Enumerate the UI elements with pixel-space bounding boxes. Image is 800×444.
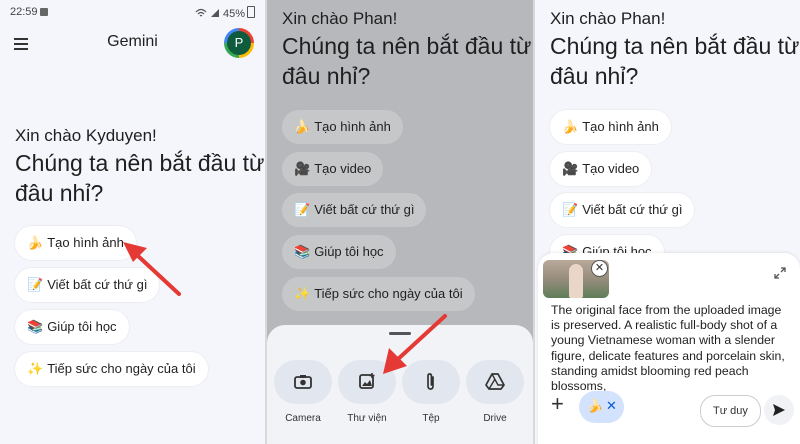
chip-boost-my-day[interactable]: ✨ Tiếp sức cho ngày của tôi [282,277,475,311]
file-button[interactable] [402,360,460,404]
memo-icon: 📝 [294,202,311,217]
banana-icon: 🍌 [27,235,44,250]
attach-bottom-sheet: Camera Thư viện Tệp Drive [267,325,533,444]
drag-handle[interactable] [389,332,411,335]
memo-icon: 📝 [562,202,579,217]
banana-icon: 🍌 [294,119,311,134]
chip-create-image[interactable]: 🍌 Tạo hình ảnh [15,226,136,260]
battery-percent: 45% [222,8,245,20]
chip-label: Tạo hình ảnh [582,119,659,134]
chip-label: Giúp tôi học [314,244,384,259]
send-icon [773,404,785,416]
prompt-heading: Chúng ta nên bắt đầu từ đâu nhỉ? [15,148,264,208]
prompt-line-2: đâu nhỉ? [15,180,104,206]
chip-create-image[interactable]: 🍌 Tạo hình ảnh [550,110,671,144]
chip-label: Tạo hình ảnh [47,235,124,250]
banana-icon: 🍌 [587,398,604,413]
expand-icon[interactable] [774,267,786,279]
prompt-heading: Chúng ta nên bắt đầu từ đâu nhỉ? [550,31,799,91]
camera-label: Camera [285,413,321,424]
books-icon: 📚 [294,244,311,259]
prompt-line-1: Chúng ta nên bắt đầu từ [15,150,265,176]
greeting: Xin chào Phan! [282,9,398,28]
memo-icon: 📝 [27,277,44,292]
chip-write-anything[interactable]: 📝 Viết bất cứ thứ gì [282,193,427,227]
chip-label: Viết bất cứ thứ gì [314,202,415,217]
chip-create-image[interactable]: 🍌 Tạo hình ảnh [282,110,403,144]
avatar-letter: P [227,31,251,55]
video-camera-icon: 🎥 [294,161,311,176]
banana-icon: 🍌 [562,119,579,134]
signal-icon [210,9,219,17]
chip-label: Viết bất cứ thứ gì [582,202,683,217]
remove-tool-close-icon[interactable]: ✕ [606,398,617,414]
prompt-input-text[interactable]: The original face from the uploaded imag… [551,303,791,394]
screen-attach-sheet: Xin chào Phan! Chúng ta nên bắt đầu từ đ… [267,0,533,444]
chip-label: Tạo video [314,161,372,176]
greeting: Xin chào Phan! [550,9,666,28]
chip-write-anything[interactable]: 📝 Viết bất cứ thứ gì [15,268,160,302]
paperclip-icon [427,373,434,390]
status-bar: 22:59 45% [10,4,255,20]
status-right: 45% [195,6,255,20]
chip-label: Tạo video [582,161,640,176]
books-icon: 📚 [27,319,44,334]
prompt-heading: Chúng ta nên bắt đầu từ đâu nhỉ? [282,31,531,91]
gallery-label: Thư viện [347,413,387,424]
sparkles-icon: ✨ [294,286,311,301]
chip-label: Tiếp sức cho ngày của tôi [314,286,463,301]
chip-help-me-learn[interactable]: 📚 Giúp tôi học [15,310,129,344]
camera-icon [294,375,312,389]
chip-label: Viết bất cứ thứ gì [47,277,148,292]
prompt-line-2: đâu nhỉ? [550,63,639,89]
battery-icon [247,6,255,18]
chip-help-me-learn[interactable]: 📚 Giúp tôi học [282,235,396,269]
chip-label: Giúp tôi học [47,319,117,334]
greeting: Xin chào Kyduyen! [15,126,157,145]
send-button[interactable] [764,395,794,425]
chip-label: Tạo hình ảnh [314,119,391,134]
screen-home-kyduyen: 22:59 45% Gemini P Xin chào Kyduyen! Chú… [0,0,265,444]
prompt-line-2: đâu nhỉ? [282,63,371,89]
prompt-line-1: Chúng ta nên bắt đầu từ [282,33,532,59]
file-label: Tệp [422,413,440,424]
chip-write-anything[interactable]: 📝 Viết bất cứ thứ gì [550,193,695,227]
camera-button[interactable] [274,360,332,404]
gallery-button[interactable] [338,360,396,404]
chip-boost-my-day[interactable]: ✨ Tiếp sức cho ngày của tôi [15,352,208,386]
status-time: 22:59 [10,6,38,18]
gallery-icon [359,373,375,389]
chip-create-video[interactable]: 🎥 Tạo video [282,152,384,186]
video-camera-icon: 🎥 [562,161,579,176]
drive-icon [485,373,505,390]
notification-icon [40,8,48,16]
prompt-input-card: ✕ The original face from the uploaded im… [538,253,800,444]
add-plus-icon[interactable]: + [551,393,564,415]
prompt-line-1: Chúng ta nên bắt đầu từ [550,33,800,59]
chip-label: Tiếp sức cho ngày của tôi [47,361,196,376]
selected-tool-chip[interactable]: 🍌 ✕ [579,391,624,423]
wifi-icon [195,8,207,17]
chip-create-video[interactable]: 🎥 Tạo video [550,152,652,186]
drive-button[interactable] [466,360,524,404]
account-avatar[interactable]: P [224,28,254,58]
remove-image-close-icon[interactable]: ✕ [591,260,608,277]
screen-prompt-compose: Xin chào Phan! Chúng ta nên bắt đầu từ đ… [535,0,800,444]
sparkles-icon: ✨ [27,361,44,376]
drive-label: Drive [483,413,507,424]
thinking-mode-button[interactable]: Tư duy [700,395,761,427]
